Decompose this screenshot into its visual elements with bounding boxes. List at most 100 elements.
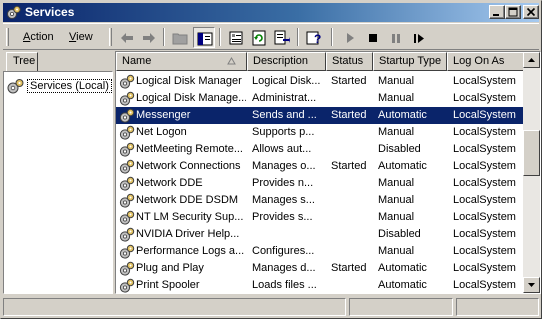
forward-arrow-icon	[143, 33, 155, 43]
cell-description: Provides n...	[252, 177, 314, 189]
status-panel-1	[3, 298, 346, 316]
scroll-thumb[interactable]	[523, 130, 540, 176]
sort-ascending-icon	[227, 57, 236, 65]
column-header-description[interactable]: Description	[247, 52, 326, 71]
up-folder-button[interactable]	[169, 27, 191, 48]
cell-log-on-as: LocalSystem	[453, 194, 516, 206]
service-row[interactable]: Logical Disk Manage... Administrat... Manu…	[116, 90, 524, 107]
service-row[interactable]: Messenger Sends and ... Started Automatic Lo…	[116, 107, 524, 124]
tab-tree-label: Tree	[13, 55, 36, 67]
restart-service-button[interactable]	[408, 27, 430, 48]
tree-tab-strip: Tree	[3, 51, 113, 71]
pause-service-button[interactable]	[385, 27, 407, 48]
cell-log-on-as: LocalSystem	[453, 160, 516, 172]
toolbar-separator	[331, 28, 333, 46]
cell-startup-type: Automatic	[378, 279, 427, 291]
properties-button[interactable]	[225, 27, 247, 48]
cell-log-on-as: LocalSystem	[453, 109, 516, 121]
cell-name: Logical Disk Manage...	[136, 92, 246, 104]
minimize-button[interactable]	[489, 5, 505, 19]
close-button[interactable]	[523, 5, 539, 19]
help-icon: ?	[306, 31, 321, 46]
cell-status: Started	[331, 75, 367, 87]
service-row[interactable]: Performance Logs a... Configures... Manual…	[116, 243, 524, 260]
cell-description: Logical Disk...	[252, 75, 321, 87]
cell-log-on-as: LocalSystem	[453, 126, 516, 138]
column-header-label: Status	[332, 55, 364, 67]
cell-status: Started	[331, 160, 367, 172]
service-row[interactable]: NT LM Security Sup... Provides s... Manual…	[116, 209, 524, 226]
maximize-button[interactable]	[505, 5, 521, 19]
restart-icon	[414, 34, 424, 43]
cell-status: Started	[331, 109, 367, 121]
service-row[interactable]: NetMeeting Remote... Allows aut... Disable…	[116, 141, 524, 158]
tab-tree[interactable]: Tree	[6, 52, 38, 71]
menu-action[interactable]: Action	[23, 30, 54, 44]
stop-service-button[interactable]	[362, 27, 384, 48]
cell-log-on-as: LocalSystem	[453, 262, 516, 274]
cell-name: NT LM Security Sup...	[136, 211, 244, 223]
column-header-label: Name	[122, 55, 152, 67]
cell-name: Network DDE	[136, 177, 203, 189]
column-header-startup-type[interactable]: Startup Type	[373, 52, 447, 71]
cell-name: NetMeeting Remote...	[136, 143, 243, 155]
services-window: Services Action View ? Tree Services (Lo…	[0, 0, 542, 319]
service-gear-icon	[119, 74, 135, 89]
maximize-icon	[508, 7, 518, 17]
help-button[interactable]: ?	[303, 27, 325, 48]
scroll-down-button[interactable]	[523, 277, 540, 293]
cell-startup-type: Manual	[378, 245, 415, 257]
toolbar-grip[interactable]	[6, 28, 9, 46]
export-list-button[interactable]	[271, 27, 293, 48]
service-row[interactable]: Network DDE Provides n... Manual LocalSyste…	[116, 175, 524, 192]
cell-description: Supports p...	[252, 126, 315, 138]
start-service-button[interactable]	[339, 27, 361, 48]
column-header-log-on-as[interactable]: Log On As	[447, 52, 524, 71]
vertical-scrollbar[interactable]	[523, 52, 540, 293]
console-tree-pane[interactable]: Services (Local)	[3, 71, 113, 294]
menu-view[interactable]: View	[69, 30, 93, 44]
service-row[interactable]: Print Spooler Loads files ... Automatic Loc…	[116, 277, 524, 293]
service-gear-icon	[119, 278, 135, 293]
cell-startup-type: Manual	[378, 211, 415, 223]
service-row[interactable]: Network DDE DSDM Manages s... Manual LocalS…	[116, 192, 524, 209]
arrow-down-icon	[528, 283, 535, 287]
menu-view-rest: iew	[76, 31, 93, 43]
toolbar-separator	[163, 28, 165, 46]
service-row[interactable]: Net Logon Supports p... Manual LocalSystem	[116, 124, 524, 141]
service-row[interactable]: Network Connections Manages o... Started Au…	[116, 158, 524, 175]
column-header-label: Startup Type	[379, 55, 442, 67]
scroll-up-button[interactable]	[523, 52, 540, 68]
service-gear-icon	[119, 125, 135, 140]
toolbar-grip-2[interactable]	[109, 28, 112, 46]
cell-name: Messenger	[136, 109, 191, 121]
cell-log-on-as: LocalSystem	[453, 143, 516, 155]
service-gear-icon	[119, 159, 135, 174]
services-gear-icon	[7, 79, 24, 94]
show-hide-tree-button[interactable]	[193, 27, 215, 48]
cell-log-on-as: LocalSystem	[453, 279, 516, 291]
menu-toolbar: Action View ?	[3, 23, 539, 50]
cell-description: Loads files ...	[252, 279, 317, 291]
menu-action-rest: ction	[30, 31, 54, 43]
service-row[interactable]: Logical Disk Manager Logical Disk... Start…	[116, 73, 524, 90]
toolbar-separator	[219, 28, 221, 46]
refresh-button[interactable]	[248, 27, 270, 48]
service-gear-icon	[119, 91, 135, 106]
cell-name: Net Logon	[136, 126, 187, 138]
pause-icon	[392, 34, 400, 43]
forward-button[interactable]	[138, 27, 160, 48]
service-gear-icon	[119, 210, 135, 225]
cell-startup-type: Manual	[378, 126, 415, 138]
title-bar[interactable]: Services	[3, 3, 539, 22]
cell-name: Performance Logs a...	[136, 245, 245, 257]
arrow-up-icon	[528, 58, 535, 62]
column-header-name[interactable]: Name	[116, 52, 247, 71]
services-list-view[interactable]: Name Description Status Startup Type Log…	[115, 51, 541, 294]
service-row[interactable]: NVIDIA Driver Help... Disabled LocalSystem	[116, 226, 524, 243]
service-row[interactable]: Plug and Play Manages d... Started Automati…	[116, 260, 524, 277]
cell-name: NVIDIA Driver Help...	[136, 228, 240, 240]
back-button[interactable]	[116, 27, 138, 48]
cell-startup-type: Automatic	[378, 262, 427, 274]
column-header-status[interactable]: Status	[326, 52, 373, 71]
